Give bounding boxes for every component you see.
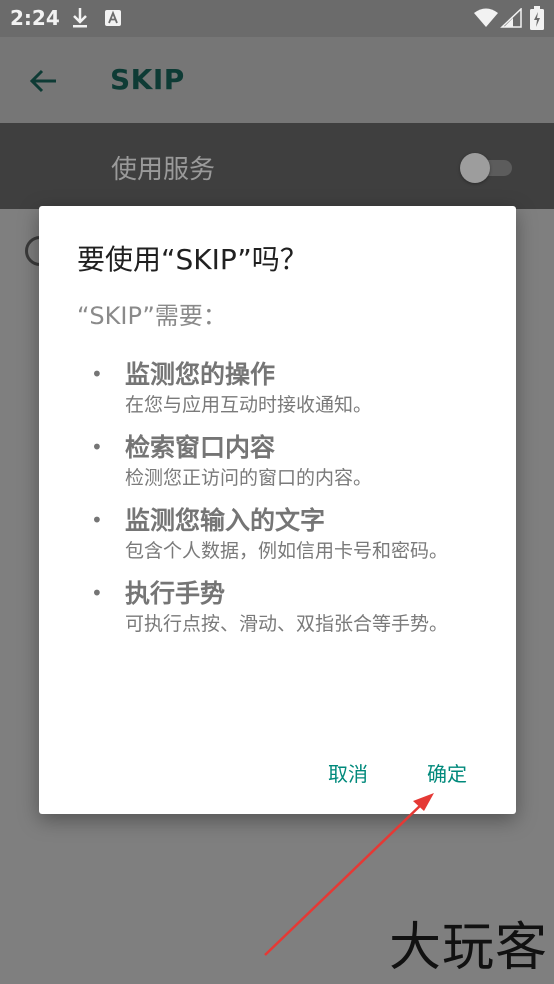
watermark-logo: 大玩客 [388,918,548,978]
bullet: • [91,508,103,532]
list-item: • 监测您的操作 在您与应用互动时接收通知。 [91,360,461,420]
cancel-button[interactable]: 取消 [328,758,368,787]
permission-dialog: 要使用“SKIP”吗？ “SKIP”需要： • 监测您的操作 在您与应用互动时接… [39,206,516,814]
signal-icon [500,7,522,32]
app-title: SKIP [110,63,185,96]
permission-title: 执行手势 [125,579,226,608]
permission-title: 监测您的操作 [125,360,276,389]
status-bar: 2:24 [0,0,554,37]
app-bar: SKIP [0,37,554,123]
permission-description: 检测您正访问的窗口的内容。 [125,467,373,489]
status-time: 2:24 [10,6,60,30]
use-service-row[interactable]: 使用服务 [0,123,554,209]
use-service-label: 使用服务 [111,155,216,185]
list-item: • 监测您输入的文字 包含个人数据，例如信用卡号和密码。 [91,506,461,566]
bullet: • [91,581,103,605]
use-service-toggle[interactable] [460,153,514,183]
permission-title: 监测您输入的文字 [125,506,326,535]
permission-title: 检索窗口内容 [125,433,276,462]
list-item: • 执行手势 可执行点按、滑动、双指张合等手势。 [91,579,461,639]
permission-list: • 监测您的操作 在您与应用互动时接收通知。 • 检索窗口内容 检测您正访问的窗… [91,360,461,652]
toggle-thumb [460,153,490,183]
arrow-back-icon[interactable] [28,65,60,97]
permission-description: 包含个人数据，例如信用卡号和密码。 [125,540,449,562]
bullet: • [91,362,103,386]
permission-description: 在您与应用互动时接收通知。 [125,394,373,416]
list-item: • 检索窗口内容 检测您正访问的窗口的内容。 [91,433,461,493]
download-icon [70,6,90,34]
confirm-button[interactable]: 确定 [427,758,467,787]
a-icon [104,9,122,31]
bullet: • [91,435,103,459]
dialog-title: 要使用“SKIP”吗？ [77,243,308,276]
dialog-subtitle: “SKIP”需要： [77,302,227,330]
battery-icon [530,6,544,34]
permission-description: 可执行点按、滑动、双指张合等手势。 [125,613,449,635]
wifi-icon [474,8,498,32]
